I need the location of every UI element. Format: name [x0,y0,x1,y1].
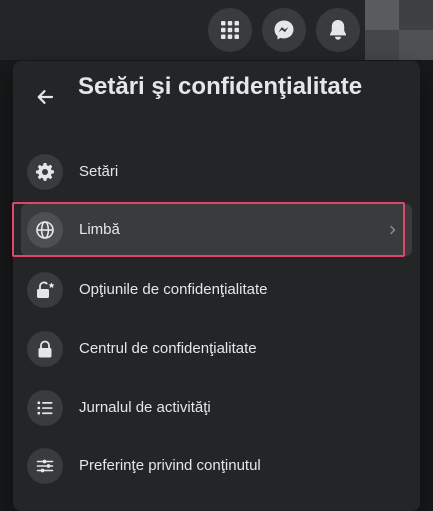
messenger-icon [274,20,294,40]
page-title: Setări şi confidenţialitate [78,73,363,100]
menu-item-label: Preferinţe privind conţinutul [79,457,261,474]
menu-item-optiunile-confidentialitate[interactable]: Opţiunile de confidenţialitate [21,264,412,316]
avatar-tile [365,0,399,30]
avatar[interactable] [365,0,433,60]
top-bar [0,0,433,60]
menu-item-label: Setări [79,163,119,180]
bell-icon [330,20,346,40]
chevron-right-icon [390,225,396,235]
menu-item-limba[interactable]: Limbă [21,204,412,256]
menu-item-label: Opţiunile de confidenţialitate [79,281,268,298]
avatar-tile [399,30,433,60]
menu-button[interactable] [208,8,252,52]
menu-item-preferinte-continut[interactable]: Preferinţe privind conţinutul [21,440,412,492]
arrow-left-icon [37,90,54,104]
lock-icon [27,331,63,367]
lock-star-icon [27,272,63,308]
menu-item-centrul-confidentialitate[interactable]: Centrul de confidenţialitate [21,323,412,375]
avatar-tile [365,30,399,60]
sliders-icon [27,448,63,484]
messenger-button[interactable] [262,8,306,52]
notifications-button[interactable] [316,8,360,52]
settings-privacy-menu: Setări şi confidenţialitate Setări Limbă [13,61,420,511]
menu-item-jurnalul-activitati[interactable]: Jurnalul de activităţi [21,382,412,434]
list-icon [27,390,63,426]
grid-icon [221,21,239,39]
back-button[interactable] [31,83,59,111]
avatar-tile [399,0,433,30]
menu-item-label: Jurnalul de activităţi [79,399,211,416]
menu-item-setari[interactable]: Setări [21,146,412,198]
globe-icon [27,212,63,248]
gear-icon [27,154,63,190]
menu-item-label: Centrul de confidenţialitate [79,340,257,357]
menu-item-label: Limbă [79,221,120,238]
